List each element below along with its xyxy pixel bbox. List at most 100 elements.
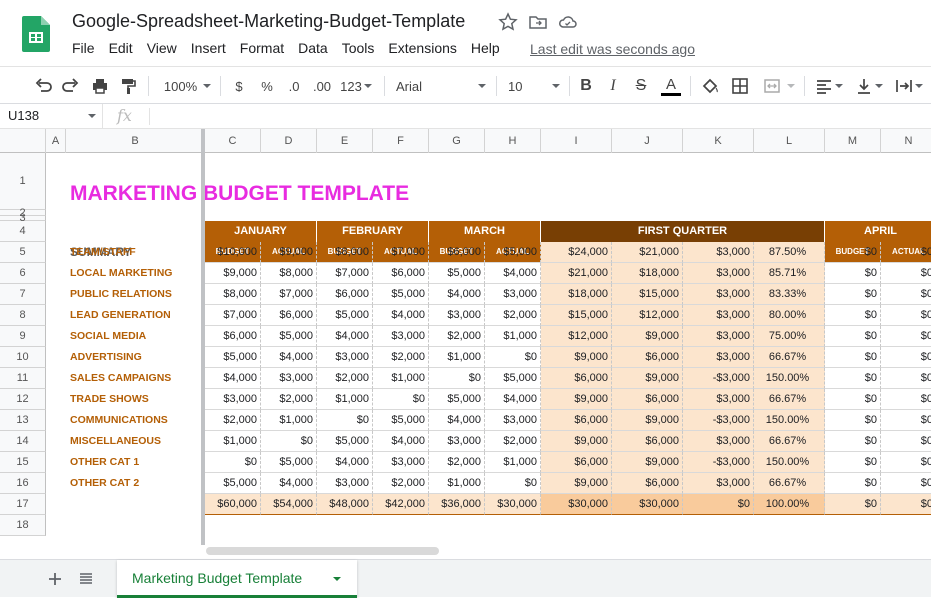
value-cell[interactable]: $1,000 (485, 326, 541, 347)
value-cell[interactable]: $9,000 (541, 389, 612, 410)
value-cell[interactable]: $4,000 (373, 305, 429, 326)
value-cell[interactable]: $3,000 (683, 284, 754, 305)
value-cell[interactable]: $4,000 (373, 431, 429, 452)
all-sheets-icon[interactable] (77, 570, 95, 588)
value-cell[interactable]: $15,000 (541, 305, 612, 326)
value-cell[interactable]: $7,000 (261, 284, 317, 305)
column-header-n[interactable]: N (881, 129, 931, 153)
value-cell[interactable]: $5,000 (261, 452, 317, 473)
value-cell[interactable]: $2,000 (485, 431, 541, 452)
menu-insert[interactable]: Insert (184, 40, 233, 60)
last-edit-link[interactable]: Last edit was seconds ago (530, 41, 695, 57)
value-cell[interactable]: $0 (881, 326, 931, 347)
total-cell[interactable]: $0 (825, 494, 881, 515)
currency-format-button[interactable]: $ (230, 75, 248, 97)
total-cell[interactable]: $30,000 (612, 494, 683, 515)
borders-icon[interactable] (729, 75, 751, 97)
value-cell[interactable]: $0 (881, 452, 931, 473)
value-cell[interactable]: $0 (825, 410, 881, 431)
value-cell[interactable]: $21,000 (612, 242, 683, 263)
freeze-divider[interactable] (201, 129, 205, 545)
value-cell[interactable]: $3,000 (683, 431, 754, 452)
month-header-3[interactable]: MARCH (429, 221, 541, 242)
value-cell[interactable]: $2,000 (373, 473, 429, 494)
value-cell[interactable]: $3,000 (485, 410, 541, 431)
value-cell[interactable]: $4,000 (485, 389, 541, 410)
value-cell[interactable]: 80.00% (754, 305, 825, 326)
value-cell[interactable]: $5,000 (205, 347, 261, 368)
menu-help[interactable]: Help (464, 40, 507, 60)
row-header-4[interactable]: 4 (0, 221, 46, 242)
column-header-i[interactable]: I (541, 129, 612, 153)
value-cell[interactable]: $0 (881, 305, 931, 326)
horizontal-scrollbar[interactable] (206, 547, 439, 555)
value-cell[interactable]: $10,000 (205, 242, 261, 263)
value-cell[interactable]: $0 (825, 368, 881, 389)
print-icon[interactable] (89, 75, 111, 97)
total-cell[interactable]: $54,000 (261, 494, 317, 515)
row-label[interactable]: OTHER CAT 1 (46, 452, 201, 473)
value-cell[interactable]: $6,000 (612, 473, 683, 494)
row-label[interactable]: SOCIAL MEDIA (46, 326, 201, 347)
value-cell[interactable]: $6,000 (373, 263, 429, 284)
value-cell[interactable]: $2,000 (205, 410, 261, 431)
value-cell[interactable]: $1,000 (485, 452, 541, 473)
cloud-status-icon[interactable] (558, 12, 578, 32)
value-cell[interactable]: $5,000 (429, 263, 485, 284)
row-header-18[interactable]: 18 (0, 515, 46, 536)
total-cell[interactable]: $60,000 (205, 494, 261, 515)
value-cell[interactable]: $3,000 (683, 347, 754, 368)
value-cell[interactable]: $5,000 (429, 389, 485, 410)
row-header-11[interactable]: 11 (0, 368, 46, 389)
column-header-d[interactable]: D (261, 129, 317, 153)
value-cell[interactable]: $2,000 (485, 305, 541, 326)
value-cell[interactable]: $0 (881, 347, 931, 368)
value-cell[interactable]: $5,000 (261, 326, 317, 347)
value-cell[interactable]: $2,000 (373, 347, 429, 368)
sheets-logo-icon[interactable] (22, 16, 50, 52)
row-label[interactable]: OTHER CAT 2 (46, 473, 201, 494)
total-cell[interactable]: $30,000 (485, 494, 541, 515)
percent-format-button[interactable]: % (258, 75, 276, 97)
value-cell[interactable]: $0 (825, 284, 881, 305)
value-cell[interactable]: $1,000 (317, 389, 373, 410)
value-cell[interactable]: $2,000 (429, 452, 485, 473)
value-cell[interactable]: $18,000 (541, 284, 612, 305)
value-cell[interactable]: $0 (825, 389, 881, 410)
column-header-c[interactable]: C (205, 129, 261, 153)
value-cell[interactable]: $0 (881, 473, 931, 494)
paint-format-icon[interactable] (117, 75, 139, 97)
total-cell[interactable]: $0 (881, 494, 931, 515)
total-cell[interactable]: $48,000 (317, 494, 373, 515)
value-cell[interactable]: $4,000 (485, 263, 541, 284)
row-label[interactable]: SALES CAMPAIGNS (46, 368, 201, 389)
value-cell[interactable]: $4,000 (205, 368, 261, 389)
fill-color-icon[interactable] (699, 75, 721, 97)
value-cell[interactable]: $0 (205, 452, 261, 473)
value-cell[interactable]: $3,000 (373, 326, 429, 347)
value-cell[interactable]: $0 (881, 242, 931, 263)
value-cell[interactable]: $5,000 (317, 305, 373, 326)
horizontal-align-button[interactable] (812, 75, 846, 97)
value-cell[interactable]: $0 (881, 263, 931, 284)
value-cell[interactable]: $0 (825, 431, 881, 452)
month-header-2[interactable]: FEBRUARY (317, 221, 429, 242)
more-formats-button[interactable]: 123 (340, 75, 372, 97)
value-cell[interactable]: $0 (485, 473, 541, 494)
value-cell[interactable]: $0 (825, 242, 881, 263)
value-cell[interactable]: $1,000 (205, 431, 261, 452)
value-cell[interactable]: $2,000 (261, 389, 317, 410)
value-cell[interactable]: $1,000 (373, 368, 429, 389)
value-cell[interactable]: $1,000 (261, 410, 317, 431)
value-cell[interactable]: 75.00% (754, 326, 825, 347)
row-header-8[interactable]: 8 (0, 305, 46, 326)
menu-view[interactable]: View (140, 40, 184, 60)
row-label[interactable]: LEAD GENERATION (46, 305, 201, 326)
value-cell[interactable]: $1,000 (429, 473, 485, 494)
value-cell[interactable]: $0 (825, 347, 881, 368)
text-color-button[interactable]: A (660, 75, 682, 97)
strikethrough-button[interactable]: S (632, 75, 650, 97)
value-cell[interactable]: $6,000 (541, 452, 612, 473)
star-icon[interactable] (498, 12, 518, 32)
value-cell[interactable]: $18,000 (612, 263, 683, 284)
